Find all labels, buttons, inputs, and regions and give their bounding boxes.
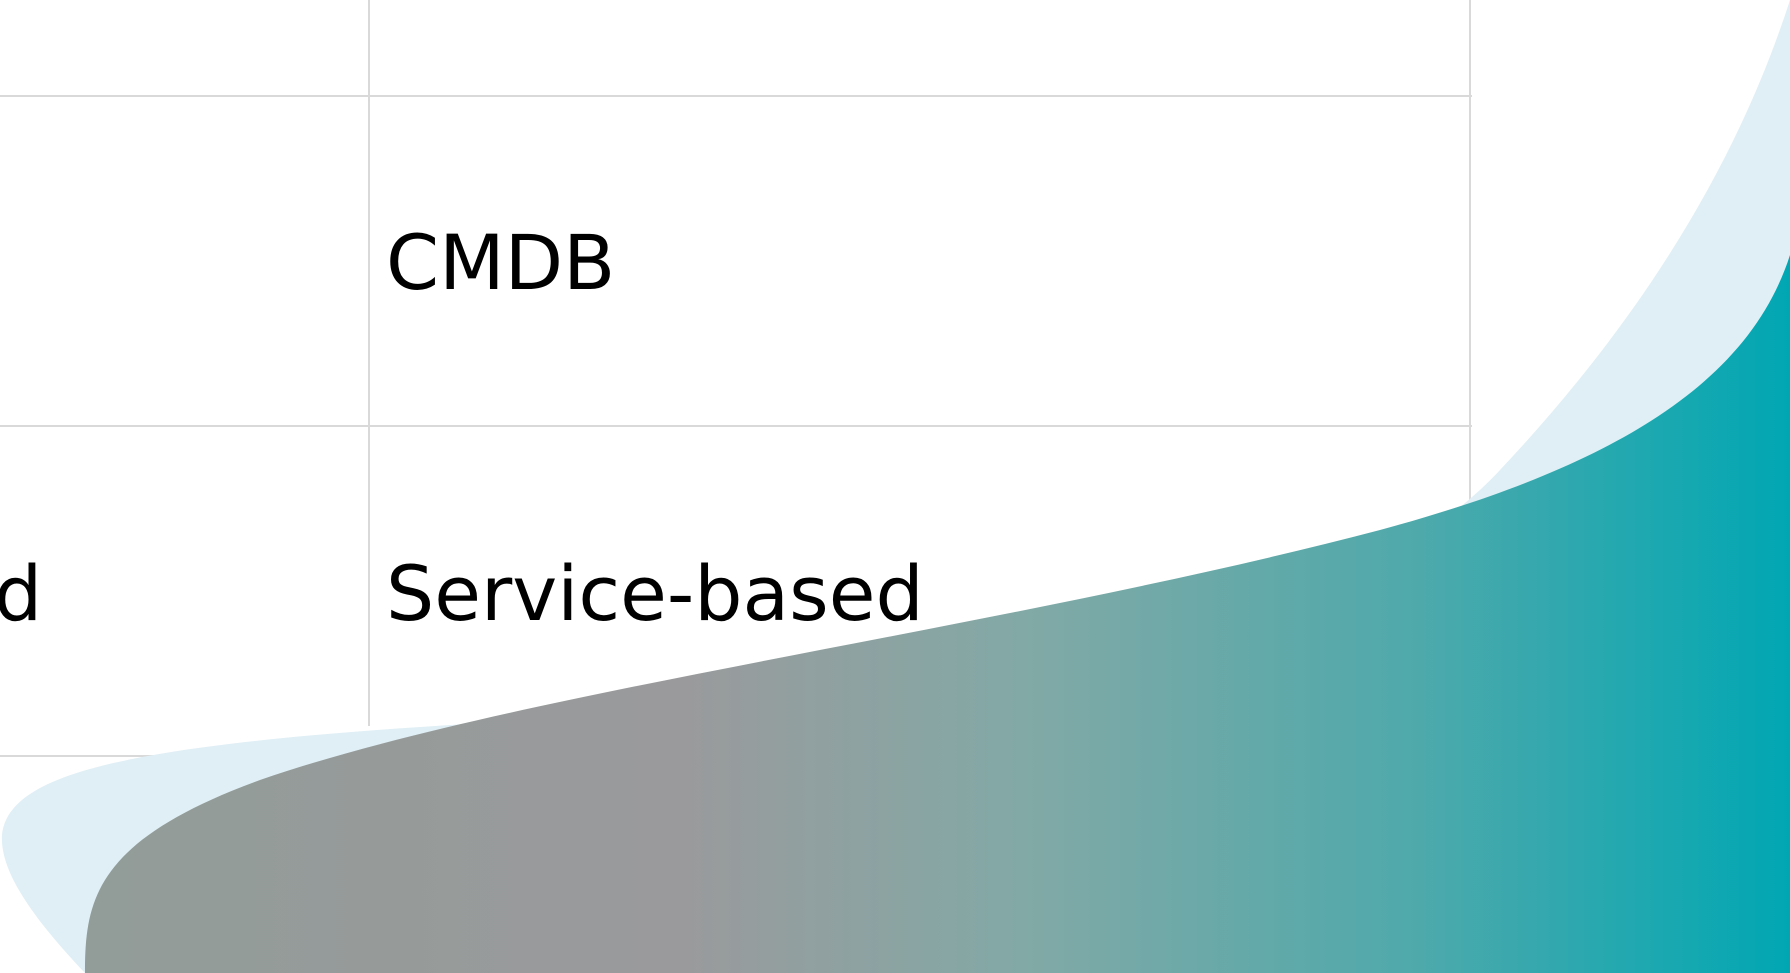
table-cell-cmdb: CMDB <box>386 218 616 307</box>
comparison-table: CMDB d Service-based <box>0 0 1472 973</box>
slide-canvas: CMDB d Service-based <box>0 0 1790 973</box>
table-cell-service-based: Service-based <box>386 549 924 638</box>
table-right-border <box>1469 0 1471 560</box>
table-row-divider <box>0 95 1472 97</box>
table-cell-left-fragment: d <box>0 549 43 638</box>
table-column-divider <box>368 0 370 726</box>
table-row-divider <box>0 425 1472 427</box>
table-row-divider <box>0 755 1472 757</box>
